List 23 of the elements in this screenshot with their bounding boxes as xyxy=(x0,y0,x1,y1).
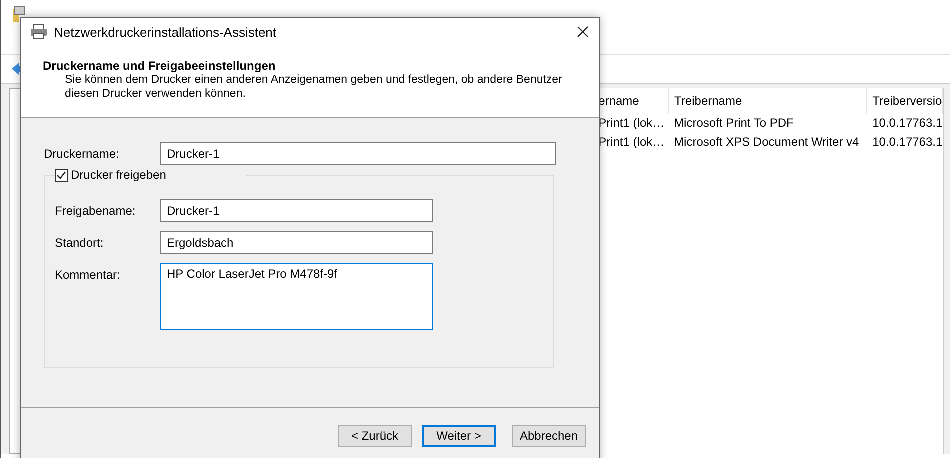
checkbox[interactable] xyxy=(55,168,68,182)
field-label: Druckername: xyxy=(44,146,120,161)
dialog-button[interactable]: Weiter > xyxy=(422,425,496,447)
table-cell-text: 10.0.17763.1 xyxy=(872,134,943,151)
table-cell-text: Microsoft XPS Document Writer v4 xyxy=(673,134,860,151)
field-label: Standort: xyxy=(55,235,105,250)
printer-name-field[interactable]: Drucker-1 xyxy=(160,142,556,165)
close-icon[interactable] xyxy=(577,26,589,38)
table-cell-text: Microsoft Print To PDF xyxy=(673,115,795,132)
column-header[interactable]: Treibername xyxy=(668,88,867,114)
page-heading: Druckername und Freigabeeinstellungen xyxy=(43,59,277,73)
field-label: Freigabename: xyxy=(55,203,137,218)
dialog-button[interactable]: < Zurück xyxy=(338,425,412,447)
printer-icon xyxy=(30,24,48,40)
table-cell-text: 10.0.17763.1 xyxy=(872,115,943,132)
checkbox-label[interactable]: Drucker freigeben xyxy=(71,168,166,182)
dialog-button[interactable]: Abbrechen xyxy=(512,425,586,447)
dialog-title: Netzwerkdruckerinstallations-Assistent xyxy=(54,24,278,40)
field-label: Kommentar: xyxy=(55,267,122,282)
text-field[interactable]: Ergoldsbach xyxy=(160,231,433,254)
page-description: Sie können dem Drucker einen anderen Anzeigenamen geben und festlegen, ob andere Benutzer diesen Drucker verwenden können. xyxy=(65,73,564,101)
text-field[interactable]: Drucker-1 xyxy=(160,199,433,222)
comment-field[interactable]: HP Color LaserJet Pro M478f-9f xyxy=(160,263,433,330)
